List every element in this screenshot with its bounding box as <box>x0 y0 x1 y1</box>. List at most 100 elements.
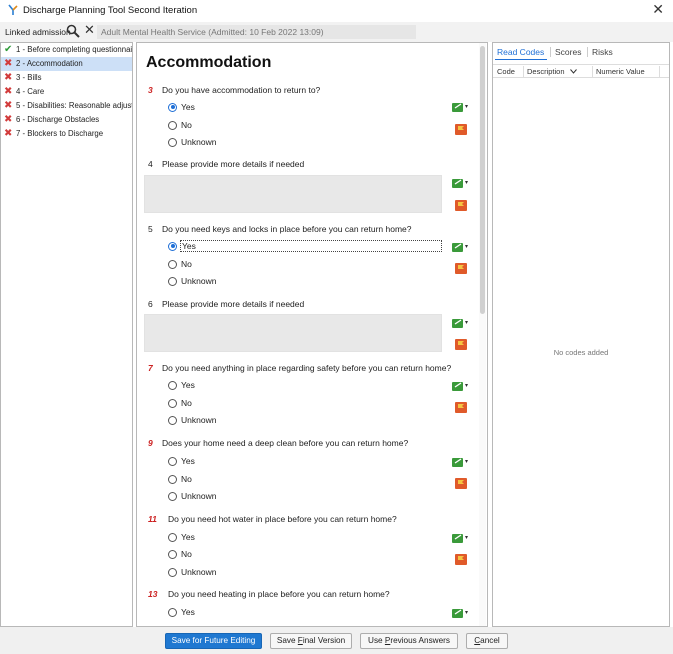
tab-scores[interactable]: Scores <box>555 47 581 57</box>
option-no[interactable]: No <box>168 397 192 409</box>
option-unknown[interactable]: Unknown <box>168 275 216 287</box>
option-unknown[interactable]: Unknown <box>168 136 216 148</box>
column-header-numeric-value[interactable]: Numeric Value <box>596 67 645 76</box>
incomplete-cross-icon: ✖ <box>4 128 13 139</box>
option-yes[interactable]: Yes <box>168 240 442 252</box>
save-final-version-button[interactable]: Save Final Version <box>270 633 352 649</box>
flag-icon[interactable] <box>455 554 467 565</box>
flag-icon[interactable] <box>455 200 467 211</box>
sidebar-item-accommodation[interactable]: ✖ 2 - Accommodation <box>1 57 132 71</box>
radio-button[interactable] <box>168 607 177 617</box>
question-number: 3 <box>148 85 153 95</box>
flag-icon[interactable] <box>455 478 467 489</box>
radio-button[interactable] <box>168 415 177 425</box>
option-yes[interactable]: Yes <box>168 101 195 113</box>
question-number: 5 <box>148 224 153 234</box>
option-unknown[interactable]: Unknown <box>168 414 216 426</box>
question-text: Please provide more details if needed <box>162 299 305 309</box>
sidebar-item-bills[interactable]: ✖ 3 - Bills <box>1 71 132 85</box>
clear-admission-icon[interactable]: ✕ <box>84 23 95 38</box>
column-divider <box>659 66 660 77</box>
option-no[interactable]: No <box>168 548 192 560</box>
search-icon[interactable] <box>66 24 80 38</box>
panel-tabs: Read Codes Scores Risks <box>493 43 669 61</box>
edit-note-icon[interactable] <box>452 102 469 113</box>
radio-button[interactable] <box>168 137 177 147</box>
details-textarea[interactable] <box>144 175 442 213</box>
title-bar: Discharge Planning Tool Second Iteration… <box>0 0 673 22</box>
details-textarea[interactable] <box>144 314 442 352</box>
section-nav: ✔ 1 - Before completing questionnai ✖ 2 … <box>0 42 133 627</box>
flag-icon[interactable] <box>455 124 467 135</box>
form-scrollbar-thumb[interactable] <box>480 46 485 314</box>
use-previous-answers-button[interactable]: Use Previous Answers <box>360 633 458 649</box>
flag-icon[interactable] <box>455 263 467 274</box>
option-yes[interactable]: Yes <box>168 531 195 543</box>
column-header-code[interactable]: Code <box>497 67 515 76</box>
incomplete-cross-icon: ✖ <box>4 86 13 97</box>
sidebar-item-care[interactable]: ✖ 4 - Care <box>1 85 132 99</box>
close-window-button[interactable]: ✕ <box>652 2 664 18</box>
edit-note-icon[interactable] <box>452 318 469 329</box>
section-heading: Accommodation <box>146 54 272 71</box>
incomplete-cross-icon: ✖ <box>4 72 13 83</box>
option-yes[interactable]: Yes <box>168 455 195 467</box>
radio-button[interactable] <box>168 241 177 251</box>
edit-note-icon[interactable] <box>452 178 469 189</box>
radio-button[interactable] <box>168 532 177 542</box>
column-divider <box>523 66 524 77</box>
empty-codes-message: No codes added <box>553 348 609 357</box>
option-no[interactable]: No <box>168 119 192 131</box>
radio-button[interactable] <box>168 276 177 286</box>
radio-button[interactable] <box>168 474 177 484</box>
radio-button[interactable] <box>168 380 177 390</box>
option-no[interactable]: No <box>168 473 192 485</box>
incomplete-cross-icon: ✖ <box>4 114 13 125</box>
option-yes[interactable]: Yes <box>168 606 195 618</box>
window-title: Discharge Planning Tool Second Iteration <box>23 5 198 16</box>
tab-read-codes[interactable]: Read Codes <box>497 47 544 57</box>
radio-button[interactable] <box>168 456 177 466</box>
tab-separator <box>550 47 551 57</box>
sidebar-item-label: 2 - Accommodation <box>16 59 83 68</box>
radio-button[interactable] <box>168 102 177 112</box>
radio-button[interactable] <box>168 491 177 501</box>
option-yes[interactable]: Yes <box>168 379 195 391</box>
option-unknown[interactable]: Unknown <box>168 490 216 502</box>
flag-icon[interactable] <box>455 339 467 350</box>
flag-icon[interactable] <box>455 402 467 413</box>
edit-note-icon[interactable] <box>452 242 469 253</box>
sidebar-item-disabilities[interactable]: ✖ 5 - Disabilities: Reasonable adjust <box>1 99 132 113</box>
question-text: Does your home need a deep clean before … <box>162 438 409 448</box>
active-tab-indicator <box>495 59 547 60</box>
edit-note-icon[interactable] <box>452 457 469 468</box>
question-number: 11 <box>148 514 157 524</box>
radio-button[interactable] <box>168 549 177 559</box>
sidebar-item-before-completing[interactable]: ✔ 1 - Before completing questionnai <box>1 43 132 57</box>
radio-button[interactable] <box>168 567 177 577</box>
column-header-description[interactable]: Description <box>527 67 565 76</box>
cancel-button[interactable]: Cancel <box>466 633 508 649</box>
radio-button[interactable] <box>168 259 177 269</box>
linked-admission-bar: Linked admission ✕ Adult Mental Health S… <box>0 22 673 42</box>
codes-grid-header: Code Description Numeric Value <box>493 64 669 78</box>
radio-button[interactable] <box>168 120 177 130</box>
edit-note-icon[interactable] <box>452 533 469 544</box>
option-no[interactable]: No <box>168 258 192 270</box>
edit-note-icon[interactable] <box>452 608 469 619</box>
incomplete-cross-icon: ✖ <box>4 58 13 69</box>
incomplete-cross-icon: ✖ <box>4 100 13 111</box>
questionnaire-form: Accommodation 3 Do you have accommodatio… <box>136 42 488 627</box>
chevron-down-icon[interactable] <box>570 69 577 74</box>
save-for-future-editing-button[interactable]: Save for Future Editing <box>165 633 262 649</box>
sidebar-item-blockers[interactable]: ✖ 7 - Blockers to Discharge <box>1 127 132 141</box>
linked-admission-label: Linked admission <box>5 27 71 37</box>
edit-note-icon[interactable] <box>452 381 469 392</box>
sidebar-item-discharge-obstacles[interactable]: ✖ 6 - Discharge Obstacles <box>1 113 132 127</box>
question-text: Please provide more details if needed <box>162 159 305 169</box>
question-number: 9 <box>148 438 153 448</box>
column-divider <box>592 66 593 77</box>
tab-risks[interactable]: Risks <box>592 47 613 57</box>
radio-button[interactable] <box>168 398 177 408</box>
option-unknown[interactable]: Unknown <box>168 566 216 578</box>
